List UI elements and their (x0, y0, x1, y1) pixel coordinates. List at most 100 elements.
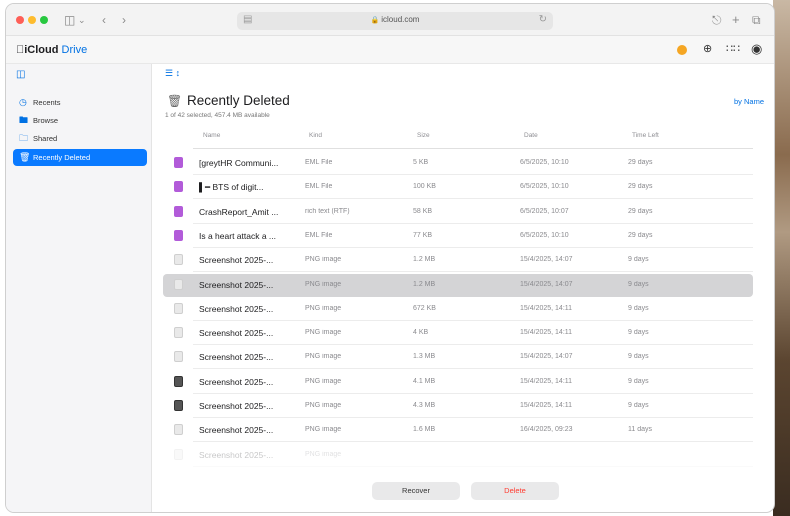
file-date: 15/4/2025, 14:07 (520, 353, 573, 361)
table-row[interactable]: Screenshot 2025-... PNG image 1.2 MB 15/4/2… (163, 273, 753, 297)
product-name: Drive (53, 44, 88, 56)
table-row[interactable]: Screenshot 2025-... PNG image 4 KB 15/4/202… (163, 322, 753, 346)
row-divider (193, 271, 753, 273)
share-icon[interactable]: ⎋ (712, 12, 722, 28)
file-time-left: 9 days (628, 402, 649, 409)
column-header-kind[interactable]: Kind (309, 132, 322, 139)
file-name: Screenshot 2025-... (199, 449, 274, 460)
file-name: Screenshot 2025-... (199, 376, 274, 387)
file-kind: PNG image (305, 329, 342, 337)
icloud-drive-logo[interactable]: iCloud Drive (16, 44, 87, 56)
file-name: CrashReport_Amit ... (199, 206, 279, 217)
apps-grid-icon[interactable]: ∷∷ (726, 42, 740, 56)
sidebar-toggle-icon[interactable]: ◫ (16, 69, 25, 80)
row-divider (193, 392, 753, 394)
tabs-overview-icon[interactable]: ⧉ (752, 12, 761, 28)
delete-button[interactable]: Delete (471, 482, 559, 500)
image-file-icon (174, 278, 183, 290)
address-bar[interactable]: ▤ 🔒 icloud.com ↻ (237, 12, 553, 30)
file-browser: ☰ ↕ 🗑 Recently Deleted 1 of 42 selected,… (153, 64, 774, 512)
table-row[interactable]: Screenshot 2025-... PNG image 672 KB 15/4/2… (163, 298, 753, 321)
notification-dot[interactable] (677, 45, 687, 55)
upload-icon[interactable]: ⊕ (703, 42, 712, 56)
sidebar-item-label: Shared (33, 134, 58, 143)
file-size: 4 KB (413, 329, 429, 337)
file-kind: EML File (305, 159, 333, 166)
file-name: Screenshot 2025-... (199, 401, 274, 411)
sidebar-item-browse[interactable]: 🖿 Browse (13, 112, 147, 129)
file-kind: PNG image (305, 304, 342, 312)
file-time-left: 9 days (628, 280, 649, 288)
lock-icon: 🔒 (370, 17, 380, 24)
file-kind: EML File (305, 183, 333, 191)
sidebar-toggle-icon[interactable]: ◫ (64, 12, 75, 28)
selection-summary: 1 of 42 selected, 457.4 MB available (165, 112, 270, 119)
table-row[interactable]: Screenshot 2025-... PNG image (163, 444, 753, 467)
column-header-size[interactable]: Size (417, 132, 430, 139)
file-time-left: 11 days (628, 426, 652, 434)
close-window-button[interactable] (16, 16, 24, 24)
row-divider (193, 174, 753, 175)
table-row[interactable]: Screenshot 2025-... PNG image 4.1 MB 15/4/2… (163, 371, 753, 394)
file-size: 1.6 MB (413, 426, 436, 434)
image-file-icon (174, 327, 183, 339)
image-file-icon (174, 351, 183, 363)
file-kind: PNG image (305, 377, 342, 385)
minimize-window-button[interactable] (28, 16, 36, 24)
file-time-left: 9 days (628, 353, 649, 361)
zoom-window-button[interactable] (40, 16, 48, 24)
sidebar-item-label: Browse (33, 116, 59, 125)
folder-icon: 🖿 (19, 115, 29, 125)
file-time-left: 29 days (628, 207, 653, 215)
account-icon[interactable]: ◉ (751, 42, 762, 56)
column-header-date[interactable]: Date (524, 132, 538, 139)
sidebar-item-shared[interactable]: 🗀 Shared (13, 130, 147, 147)
image-file-icon (174, 302, 183, 314)
icloud-header: iCloud Drive ⊕ ∷∷ ◉ (6, 36, 774, 64)
shared-folder-icon: 🗀 (19, 133, 29, 143)
table-row[interactable]: [greytHR Communi... EML File 5 KB 6/5/2025,… (163, 152, 753, 175)
file-size: 1.2 MB (413, 256, 436, 264)
sidebar-item-recents[interactable]: ◷ Recents (13, 94, 147, 111)
reload-icon[interactable]: ↻ (539, 14, 547, 25)
file-date: 6/5/2025, 10:10 (520, 231, 569, 239)
sidebar-item-label: Recents (33, 98, 61, 107)
row-divider (193, 246, 753, 248)
table-row[interactable]: Screenshot 2025-... PNG image 1.6 MB 16/4/2… (163, 419, 753, 443)
file-size: 58 KB (413, 207, 433, 215)
file-date: 15/4/2025, 14:11 (520, 402, 573, 409)
file-time-left: 9 days (628, 377, 649, 385)
file-size: 77 KB (413, 231, 433, 239)
column-header-time-left[interactable]: Time Left (632, 132, 659, 139)
url-text: icloud.com (381, 15, 420, 24)
file-date: 15/4/2025, 14:07 (520, 280, 573, 288)
view-options-icon[interactable]: ☰ ↕ (165, 68, 180, 79)
table-row[interactable]: Screenshot 2025-... PNG image 4.3 MB 15/4/2… (163, 395, 753, 418)
file-size: 1.2 MB (413, 280, 436, 288)
chevron-down-icon[interactable]: ⌄ (78, 12, 86, 28)
file-date: 6/5/2025, 10:10 (520, 183, 569, 191)
sidebar-item-recently-deleted[interactable]: 🗑 Recently Deleted (13, 149, 147, 166)
file-time-left: 9 days (628, 329, 649, 337)
row-divider (193, 368, 753, 370)
file-name: Is a heart attack a ... (199, 230, 277, 241)
sort-by-button[interactable]: by Name (734, 97, 764, 106)
table-row[interactable]: ▌━ BTS of digit... EML File 100 KB 6/5/2025… (163, 176, 753, 200)
desktop-background (773, 0, 790, 516)
new-tab-icon[interactable]: + (732, 12, 740, 28)
file-name: Screenshot 2025-... (199, 279, 274, 290)
document-file-icon (174, 229, 183, 241)
file-kind: PNG image (305, 426, 342, 434)
recover-button[interactable]: Recover (372, 482, 460, 500)
table-row[interactable]: Is a heart attack a ... EML File 77 KB 6/5/… (163, 225, 753, 248)
back-icon[interactable]: ‹ (102, 12, 106, 28)
row-divider (193, 441, 753, 443)
column-header-name[interactable]: Name (203, 132, 220, 139)
table-row[interactable]: Screenshot 2025-... PNG image 1.2 MB 15/4/2… (163, 249, 753, 273)
sidebar-item-label: Recently Deleted (33, 153, 91, 162)
forward-icon[interactable]: › (122, 12, 126, 28)
table-row[interactable]: CrashReport_Amit ... rich text (RTF) 58 KB… (163, 201, 753, 224)
image-file-icon (174, 254, 183, 266)
file-date: 6/5/2025, 10:10 (520, 159, 569, 166)
table-row[interactable]: Screenshot 2025-... PNG image 1.3 MB 15/4/2… (163, 346, 753, 370)
